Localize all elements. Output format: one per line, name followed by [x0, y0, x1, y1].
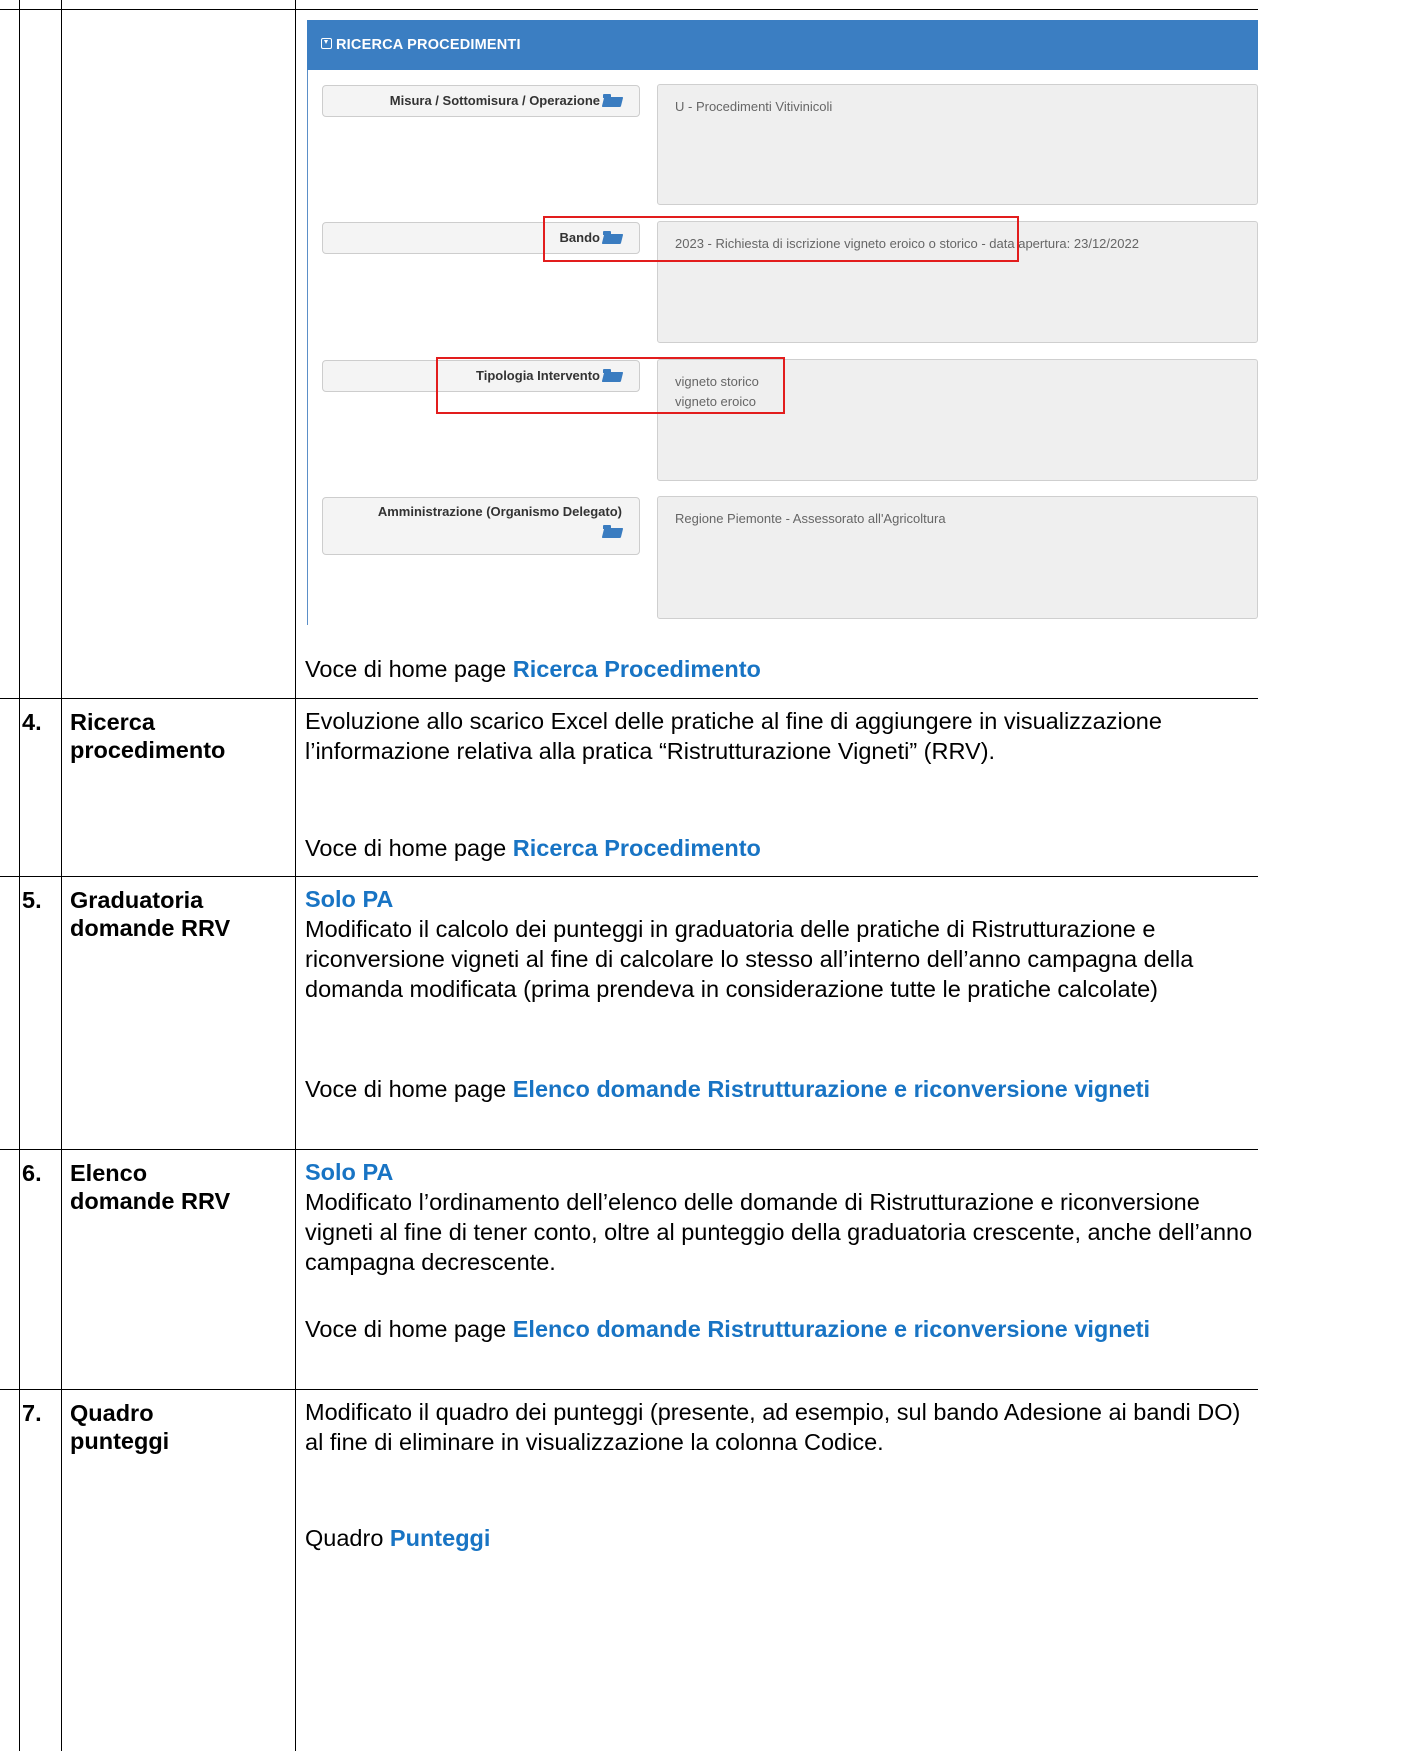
solo-pa-tag: Solo PA	[305, 886, 394, 912]
row-description: Modificato il quadro dei punteggi (prese…	[305, 1399, 1241, 1455]
footer-prefix: Quadro	[305, 1525, 390, 1551]
row-title: Graduatoria domande RRV	[70, 886, 292, 942]
table-border-left	[19, 0, 20, 1751]
title-line: Elenco	[70, 1160, 148, 1186]
misura-label-button[interactable]: Misura / Sottomisura / Operazione	[322, 85, 640, 117]
row-footer: Voce di home page Ricerca Procedimento	[305, 833, 1257, 863]
folder-open-icon[interactable]	[603, 524, 622, 538]
table-border-top	[0, 9, 1258, 10]
home-page-link[interactable]: Elenco domande Ristrutturazione e riconv…	[513, 1076, 1150, 1102]
column-divider	[61, 0, 62, 1751]
misura-field[interactable]: U - Procedimenti Vitivinicoli	[657, 84, 1258, 205]
row-number: 6.	[22, 1160, 42, 1186]
amministrazione-value: Regione Piemonte - Assessorato all'Agric…	[675, 511, 946, 526]
title-line: domande RRV	[70, 915, 231, 941]
row-divider	[0, 698, 1258, 699]
ricerca-procedimenti-header[interactable]: RICERCA PROCEDIMENTI	[307, 20, 1258, 70]
row-number: 4.	[22, 709, 42, 735]
row-divider	[0, 876, 1258, 877]
title-line: Graduatoria	[70, 887, 204, 913]
home-page-link[interactable]: Ricerca Procedimento	[513, 656, 761, 682]
row-title: Elenco domande RRV	[70, 1159, 292, 1215]
home-page-link[interactable]: Elenco domande Ristrutturazione e riconv…	[513, 1316, 1150, 1342]
collapse-toggle-icon[interactable]	[321, 37, 332, 49]
panel-left-border	[307, 70, 308, 625]
row-footer: Quadro Punteggi	[305, 1523, 1257, 1553]
title-line: punteggi	[70, 1428, 170, 1454]
row-divider	[0, 1149, 1258, 1150]
footer-prefix: Voce di home page	[305, 835, 513, 861]
home-page-link[interactable]: Ricerca Procedimento	[513, 835, 761, 861]
highlight-box	[543, 216, 1019, 262]
row-title: Ricerca procedimento	[70, 708, 292, 764]
amministrazione-label: Amministrazione (Organismo Delegato)	[377, 504, 622, 519]
row-number: 5.	[22, 887, 42, 913]
amministrazione-field[interactable]: Regione Piemonte - Assessorato all'Agric…	[657, 496, 1258, 619]
misura-value: U - Procedimenti Vitivinicoli	[675, 99, 833, 114]
row-footer: Voce di home page Elenco domande Ristrut…	[305, 1074, 1257, 1104]
row-footer: Voce di home page Elenco domande Ristrut…	[305, 1314, 1257, 1344]
panel-title: RICERCA PROCEDIMENTI	[336, 37, 521, 53]
embedded-screenshot: RICERCA PROCEDIMENTI Misura / Sottomisur…	[305, 20, 1258, 625]
column-divider	[295, 0, 296, 1751]
highlight-box	[436, 357, 785, 414]
misura-label: Misura / Sottomisura / Operazione	[389, 93, 600, 108]
row-description: Modificato l’ordinamento dell’elenco del…	[305, 1189, 1253, 1275]
row-title: Quadro punteggi	[70, 1399, 292, 1455]
row-divider	[0, 1389, 1258, 1390]
amministrazione-label-button[interactable]: Amministrazione (Organismo Delegato)	[322, 497, 640, 555]
row-number: 7.	[22, 1400, 42, 1426]
title-line: procedimento	[70, 737, 226, 763]
row-description: Modificato il calcolo dei punteggi in gr…	[305, 916, 1194, 1002]
row-description: Evoluzione allo scarico Excel delle prat…	[305, 708, 1162, 764]
title-line: Quadro	[70, 1400, 154, 1426]
title-line: domande RRV	[70, 1188, 231, 1214]
folder-open-icon[interactable]	[603, 94, 622, 107]
title-line: Ricerca	[70, 709, 155, 735]
solo-pa-tag: Solo PA	[305, 1159, 394, 1185]
footer-prefix: Voce di home page	[305, 656, 513, 682]
footer-prefix: Voce di home page	[305, 1076, 513, 1102]
quadro-link[interactable]: Punteggi	[390, 1525, 491, 1551]
footer-prefix: Voce di home page	[305, 1316, 513, 1342]
row3-footer: Voce di home page Ricerca Procedimento	[305, 654, 1255, 684]
